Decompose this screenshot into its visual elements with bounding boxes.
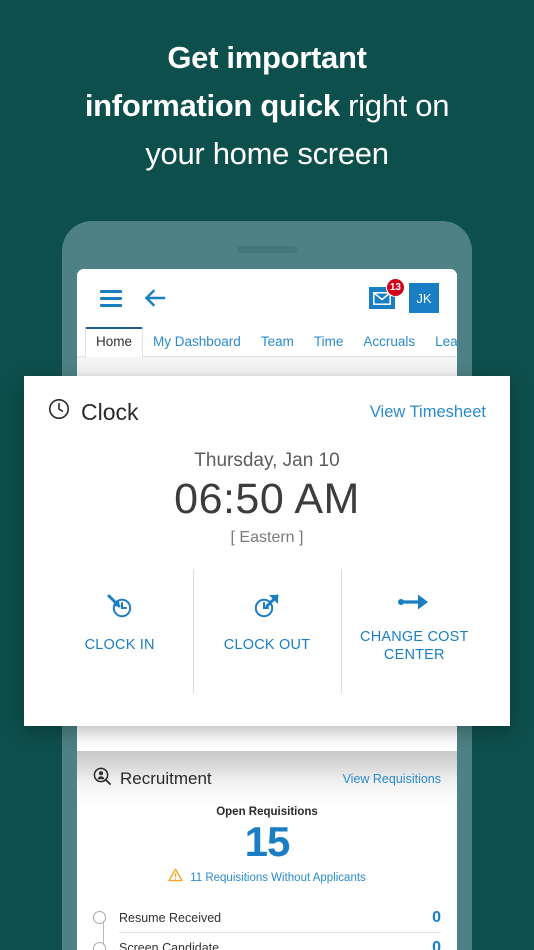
- mail-button[interactable]: 13: [369, 278, 405, 309]
- person-search-icon: [93, 767, 111, 790]
- tab-home[interactable]: Home: [85, 327, 144, 357]
- clock-out-icon: [252, 591, 282, 626]
- avatar[interactable]: JK: [409, 283, 439, 313]
- clock-card: Clock View Timesheet Thursday, Jan 10 06…: [24, 376, 510, 726]
- tab-team[interactable]: Team: [251, 329, 304, 356]
- recruitment-title-group: Recruitment: [93, 767, 212, 790]
- recruitment-title: Recruitment: [120, 768, 212, 788]
- phone-speaker-slot: [237, 246, 297, 253]
- pipeline-count: 0: [432, 908, 441, 926]
- pipeline-row-screen-candidate[interactable]: Screen Candidate 0: [93, 933, 441, 950]
- clock-icon: [48, 398, 70, 426]
- recruitment-card-header: Recruitment View Requisitions: [93, 767, 441, 790]
- view-requisitions-link[interactable]: View Requisitions: [343, 772, 441, 786]
- pipeline-count: 0: [432, 939, 441, 950]
- requisitions-warning[interactable]: 11 Requisitions Without Applicants: [93, 868, 441, 887]
- tab-leave[interactable]: Leave: [425, 329, 457, 356]
- view-timesheet-link[interactable]: View Timesheet: [370, 403, 486, 422]
- headline-line-1: Get important: [167, 40, 367, 75]
- app-bar: 13 JK: [77, 269, 457, 327]
- back-arrow-icon[interactable]: [144, 289, 166, 307]
- tab-my-dashboard[interactable]: My Dashboard: [143, 329, 251, 356]
- mail-badge-count: 13: [385, 278, 405, 297]
- headline-line-2-light: right on: [339, 88, 450, 123]
- clock-actions: CLOCK IN CLOCK OUT CHANGE COST CENTER: [24, 569, 510, 699]
- pipeline-row-resume-received[interactable]: Resume Received 0: [93, 903, 441, 933]
- change-cost-center-button[interactable]: CHANGE COST CENTER: [340, 569, 488, 699]
- clock-time: 06:50 AM: [174, 475, 360, 523]
- headline-line-2-bold: information quick: [84, 88, 340, 123]
- clock-in-label: CLOCK IN: [84, 637, 155, 653]
- change-cost-center-label: CHANGE COST CENTER: [360, 629, 469, 663]
- pipeline-step-dot: [93, 941, 106, 950]
- clock-in-button[interactable]: CLOCK IN: [46, 569, 193, 699]
- clock-out-label: CLOCK OUT: [223, 637, 311, 653]
- clock-out-button[interactable]: CLOCK OUT: [193, 569, 340, 699]
- pipeline-label: Resume Received: [119, 910, 222, 925]
- tab-accruals[interactable]: Accruals: [353, 329, 425, 356]
- arrow-right-icon: [397, 591, 431, 618]
- warning-triangle-icon: [168, 868, 183, 887]
- pipeline-label: Screen Candidate: [119, 941, 220, 950]
- clock-timezone: [ Eastern ]: [230, 529, 304, 546]
- clock-in-icon: [105, 591, 135, 626]
- tab-time[interactable]: Time: [304, 329, 354, 356]
- open-requisitions-count: 15: [244, 818, 291, 865]
- clock-card-header: Clock View Timesheet: [24, 376, 510, 426]
- pipeline-step-dot: [93, 911, 106, 924]
- recruitment-card: Recruitment View Requisitions Open Requi…: [77, 751, 457, 950]
- clock-date: Thursday, Jan 10: [194, 450, 340, 471]
- page-headline: Get important information quick right on…: [0, 34, 534, 178]
- recruitment-pipeline: Resume Received 0 Screen Candidate 0: [93, 903, 441, 950]
- clock-title-group: Clock: [48, 398, 139, 426]
- headline-line-3: your home screen: [145, 136, 389, 171]
- hamburger-menu-icon[interactable]: [100, 289, 122, 307]
- tab-bar: Home My Dashboard Team Time Accruals Lea…: [77, 327, 457, 357]
- open-requisitions-label: Open Requisitions: [216, 806, 318, 818]
- requisitions-warning-text: 11 Requisitions Without Applicants: [190, 871, 366, 884]
- clock-title: Clock: [81, 398, 139, 425]
